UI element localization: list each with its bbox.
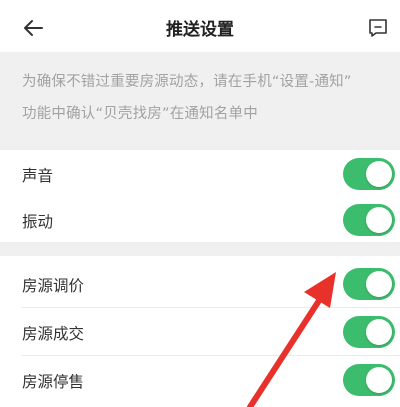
setting-row-price-change[interactable]: 房源调价 xyxy=(0,260,400,308)
app-header: 推送设置 xyxy=(0,0,400,52)
setting-label: 房源停售 xyxy=(22,373,85,391)
setting-row-vibration[interactable]: 振动 xyxy=(0,196,400,244)
notification-notice: 为确保不错过重要房源动态，请在手机“设置-通知” 功能中确认“贝壳找房”在通知名… xyxy=(0,52,400,150)
toggle-knob xyxy=(366,271,392,297)
feedback-button[interactable] xyxy=(366,16,390,40)
notice-line-1: 为确保不错过重要房源动态，请在手机“设置-通知” xyxy=(22,74,352,90)
section-gap xyxy=(0,242,400,256)
page-title: 推送设置 xyxy=(166,20,234,40)
price-change-toggle[interactable] xyxy=(343,268,395,300)
feedback-icon xyxy=(369,19,387,37)
setting-row-sound[interactable]: 声音 xyxy=(0,150,400,198)
toggle-knob xyxy=(366,367,392,393)
setting-row-deal[interactable]: 房源成交 xyxy=(0,308,400,356)
toggle-knob xyxy=(366,161,392,187)
toggle-knob xyxy=(366,319,392,345)
setting-label: 振动 xyxy=(22,213,54,231)
delisted-toggle[interactable] xyxy=(343,364,395,396)
setting-label: 声音 xyxy=(22,167,54,185)
deal-toggle[interactable] xyxy=(343,316,395,348)
toggle-knob xyxy=(366,207,392,233)
notice-line-2: 功能中确认“贝壳找房”在通知名单中 xyxy=(22,106,258,122)
setting-label: 房源调价 xyxy=(22,277,85,295)
sound-toggle[interactable] xyxy=(343,158,395,190)
vibration-toggle[interactable] xyxy=(343,204,395,236)
setting-row-delisted[interactable]: 房源停售 xyxy=(0,356,400,404)
setting-label: 房源成交 xyxy=(22,325,85,343)
